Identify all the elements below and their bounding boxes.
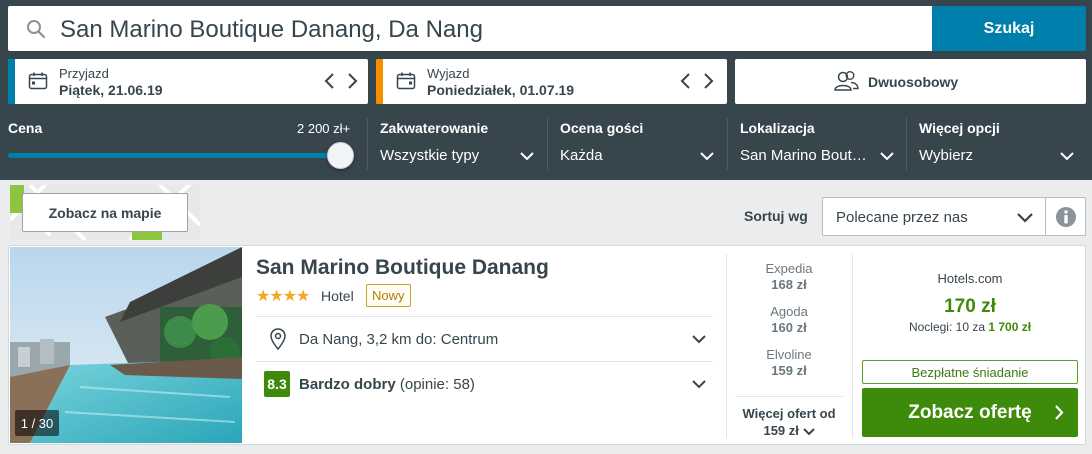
- chevron-down-icon[interactable]: [692, 334, 706, 344]
- checkout-value: Poniedziałek, 01.07.19: [427, 82, 575, 98]
- price-slider-handle[interactable]: [327, 142, 354, 169]
- more-offers-price: 159 zł: [763, 423, 799, 438]
- accommodation-filter-label: Zakwaterowanie: [380, 120, 489, 136]
- price-max-value: 2 200 zł+: [297, 121, 351, 136]
- free-breakfast-badge: Bezpłatne śniadanie: [862, 360, 1078, 384]
- provider-offer[interactable]: Agoda 160 zł: [727, 304, 851, 335]
- search-button[interactable]: Szukaj: [932, 6, 1086, 51]
- provider-price: 168 zł: [771, 277, 807, 292]
- provider-price: 159 zł: [771, 363, 807, 378]
- filter-divider: [367, 118, 368, 170]
- location-filter-value[interactable]: San Marino Bout…: [740, 147, 867, 164]
- checkin-label: Przyjazd: [59, 66, 109, 81]
- more-offers-link[interactable]: Więcej ofert od 159 zł: [732, 405, 846, 439]
- review-summary[interactable]: Bardzo dobry (opinie: 58): [299, 376, 475, 393]
- search-input[interactable]: San Marino Boutique Danang, Da Nang: [8, 6, 932, 51]
- sort-value: Polecane przez nas: [836, 209, 968, 226]
- rating-text: Bardzo dobry: [299, 376, 396, 393]
- divider: [256, 316, 713, 317]
- review-score-badge: 8.3: [264, 371, 290, 397]
- checkin-date-field[interactable]: Przyjazd Piątek, 21.06.19: [8, 59, 368, 104]
- chevron-right-icon[interactable]: [698, 70, 718, 92]
- room-type-selector[interactable]: Dwuosobowy: [735, 59, 1086, 104]
- sort-label: Sortuj wg: [744, 208, 808, 224]
- people-icon: [834, 71, 859, 91]
- chevron-down-icon[interactable]: [700, 151, 714, 161]
- filter-divider: [906, 118, 907, 170]
- filter-divider: [727, 118, 728, 170]
- hotel-name[interactable]: San Marino Boutique Danang: [256, 256, 549, 280]
- provider-name: Expedia: [765, 261, 813, 276]
- chevron-right-icon: [1055, 405, 1064, 420]
- search-value[interactable]: San Marino Boutique Danang, Da Nang: [60, 16, 483, 44]
- chevron-down-icon[interactable]: [1060, 151, 1074, 161]
- more-offers-text: Więcej ofert od: [742, 406, 836, 421]
- review-count: (opinie: 58): [399, 376, 475, 393]
- checkin-value: Piątek, 21.06.19: [59, 82, 163, 98]
- filter-divider: [547, 118, 548, 170]
- sort-select[interactable]: Polecane przez nas: [822, 197, 1046, 236]
- best-deal-price: 170 zł: [944, 296, 996, 317]
- stay-total-price: 1 700 zł: [988, 320, 1032, 334]
- star-rating: ★★★★: [256, 288, 310, 305]
- provider-offer[interactable]: Elvoline 159 zł: [727, 347, 851, 378]
- more-options-label: Więcej opcji: [919, 120, 1000, 136]
- property-type: Hotel: [321, 288, 354, 304]
- divider: [735, 396, 843, 397]
- guest-rating-filter-label: Ocena gości: [560, 120, 644, 136]
- chevron-down-icon[interactable]: [520, 151, 534, 161]
- divider: [256, 361, 713, 362]
- view-deal-label: Zobacz ofertę: [908, 401, 1032, 423]
- photo-counter: 1 / 30: [15, 410, 59, 436]
- chevron-down-icon: [802, 428, 815, 436]
- provider-offer[interactable]: Expedia 168 zł: [727, 261, 851, 292]
- guest-rating-filter-value[interactable]: Każda: [560, 147, 603, 164]
- calendar-icon: [28, 72, 48, 90]
- more-options-value[interactable]: Wybierz: [919, 147, 973, 164]
- chevron-down-icon[interactable]: [880, 151, 894, 161]
- location-pin-icon: [270, 328, 286, 350]
- hotel-location[interactable]: Da Nang, 3,2 km do: Centrum: [299, 331, 498, 348]
- checkout-label: Wyjazd: [427, 66, 470, 81]
- price-slider-track[interactable]: [8, 153, 338, 158]
- provider-name: Agoda: [770, 304, 808, 319]
- checkout-date-field[interactable]: Wyjazd Poniedziałek, 01.07.19: [376, 59, 727, 104]
- provider-price: 160 zł: [771, 320, 807, 335]
- chevron-down-icon[interactable]: [692, 379, 706, 389]
- chevron-left-icon[interactable]: [320, 70, 340, 92]
- price-filter-label: Cena: [8, 120, 43, 136]
- nights-prefix: Noclegi: 10 za: [908, 320, 985, 334]
- checkin-accent-bar: [8, 59, 15, 104]
- stay-total: Noclegi: 10 za 1 700 zł: [862, 320, 1078, 334]
- chevron-right-icon[interactable]: [342, 70, 362, 92]
- checkout-accent-bar: [376, 59, 383, 104]
- search-icon: [27, 20, 46, 39]
- best-deal-provider: Hotels.com: [937, 271, 1003, 286]
- view-on-map-button[interactable]: Zobacz na mapie: [22, 193, 188, 232]
- new-badge: Nowy: [366, 284, 411, 307]
- provider-name: Elvoline: [766, 347, 812, 362]
- calendar-icon: [396, 72, 416, 90]
- location-filter-label: Lokalizacja: [740, 120, 815, 136]
- chevron-left-icon[interactable]: [676, 70, 696, 92]
- accommodation-filter-value[interactable]: Wszystkie typy: [380, 147, 479, 164]
- sort-info-button[interactable]: [1046, 197, 1086, 236]
- room-type-value: Dwuosobowy: [868, 74, 959, 90]
- chevron-down-icon: [1017, 213, 1033, 223]
- divider: [852, 254, 853, 438]
- view-deal-button[interactable]: Zobacz ofertę: [862, 388, 1078, 437]
- info-icon: [1056, 207, 1076, 227]
